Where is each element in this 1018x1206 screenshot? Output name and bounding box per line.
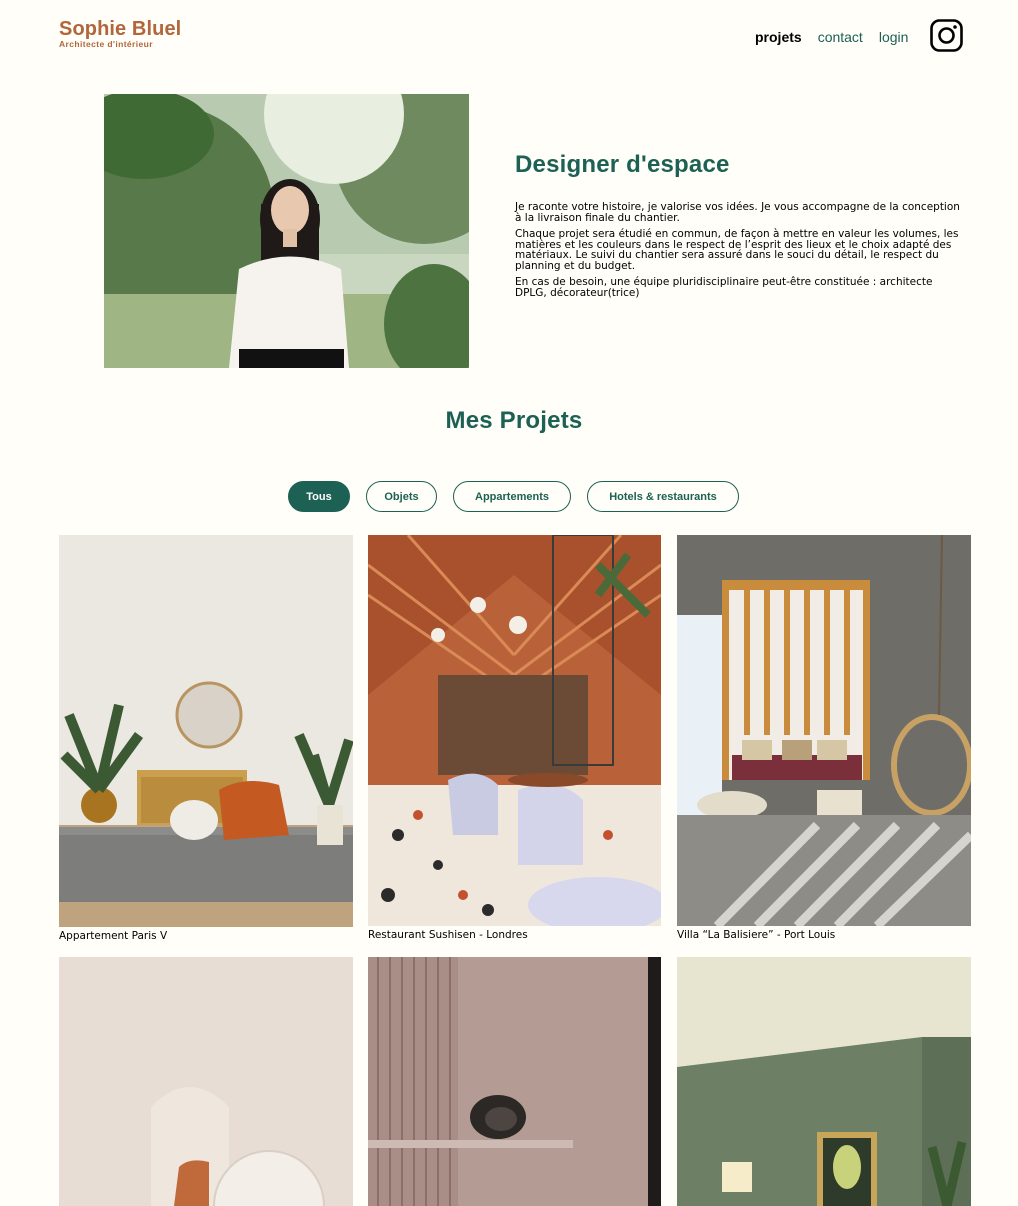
gallery-item[interactable] <box>368 957 662 1206</box>
main-nav: projets contact login <box>755 29 908 45</box>
project-image <box>368 535 661 926</box>
project-image <box>59 957 353 1206</box>
project-image <box>677 957 971 1206</box>
intro-text: Je raconte votre histoire, je valorise v… <box>515 202 960 304</box>
instagram-icon[interactable] <box>930 19 963 52</box>
brand-logo: Sophie Bluel Architecte d'intérieur <box>59 19 181 49</box>
brand-name: Sophie Bluel <box>59 18 182 40</box>
portrait-photo <box>104 94 469 368</box>
brand-subtitle: Architecte d'intérieur <box>59 39 153 49</box>
filter-hotels-restaurants[interactable]: Hotels & restaurants <box>587 481 739 512</box>
gallery-item[interactable] <box>677 957 971 1206</box>
project-caption: Villa “La Balisiere” - Port Louis <box>677 929 836 941</box>
filter-tous[interactable]: Tous <box>288 481 350 512</box>
nav-login[interactable]: login <box>879 29 909 45</box>
project-image <box>677 535 971 926</box>
filter-appartements[interactable]: Appartements <box>453 481 571 512</box>
gallery-item[interactable]: Appartement Paris V <box>59 535 353 942</box>
projects-title: Mes Projets <box>445 407 583 434</box>
project-image <box>59 535 353 927</box>
gallery-item[interactable] <box>59 957 353 1206</box>
nav-contact[interactable]: contact <box>818 29 863 45</box>
intro-paragraph: Je raconte votre histoire, je valorise v… <box>515 201 960 224</box>
nav-projets[interactable]: projets <box>755 29 802 45</box>
gallery-item[interactable]: Restaurant Sushisen - Londres <box>368 535 662 941</box>
project-caption: Appartement Paris V <box>59 930 168 942</box>
project-image <box>368 957 661 1206</box>
intro-paragraph: En cas de besoin, une équipe pluridiscip… <box>515 276 933 299</box>
filter-objets[interactable]: Objets <box>366 481 437 512</box>
project-caption: Restaurant Sushisen - Londres <box>368 929 528 941</box>
intro-paragraph: Chaque projet sera étudié en commun, de … <box>515 228 959 272</box>
filter-bar: Tous Objets Appartements Hotels & restau… <box>288 481 739 512</box>
gallery-item[interactable]: Villa “La Balisiere” - Port Louis <box>677 535 971 941</box>
intro-title: Designer d'espace <box>515 151 730 178</box>
